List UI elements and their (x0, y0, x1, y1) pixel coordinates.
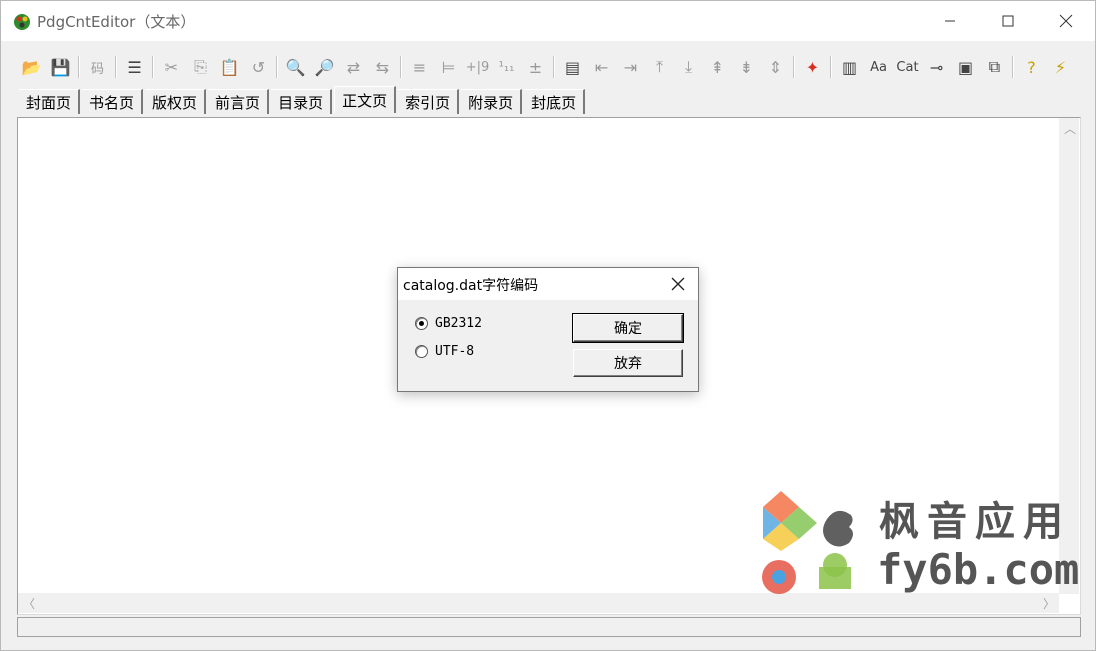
open-folder-icon[interactable]: 📂 (17, 52, 46, 82)
cat-button[interactable]: Cat (893, 52, 922, 82)
pdf-icon[interactable]: ✦ (798, 52, 827, 82)
merge-down-icon[interactable]: ⇟ (732, 52, 761, 82)
app-icon (14, 14, 30, 30)
tab-1[interactable]: 封面页 (19, 89, 81, 114)
toolbar-separator (400, 56, 402, 78)
watermark-text-cn: 枫音应用 (879, 499, 1071, 545)
tab-9[interactable]: 封底页 (524, 89, 586, 114)
tab-7[interactable]: 索引页 (398, 89, 460, 114)
radio-label: UTF-8 (435, 344, 475, 359)
close-button[interactable] (1037, 1, 1095, 41)
encoding-button[interactable]: 码 (83, 52, 112, 82)
close-icon (1059, 14, 1073, 28)
radio-utf8[interactable]: UTF-8 (415, 344, 474, 359)
radio-unselected-icon[interactable] (415, 345, 428, 358)
about-icon[interactable]: ⚡ (1046, 52, 1075, 82)
export-icon[interactable]: ⧉ (980, 52, 1009, 82)
paste-icon[interactable]: 📋 (215, 52, 244, 82)
pin-icon[interactable]: ⊸ (922, 52, 951, 82)
move-down-icon[interactable]: ⤓ (674, 52, 703, 82)
radio-label: GB2312 (435, 316, 482, 331)
toolbar-separator (152, 56, 154, 78)
replace-icon[interactable]: ⇄ (339, 52, 368, 82)
close-icon (671, 277, 685, 291)
save-icon[interactable]: 💾 (46, 52, 75, 82)
watermark-logo-icon (762, 491, 853, 594)
replace-all-icon[interactable]: ⇆ (368, 52, 397, 82)
toolbar-separator (276, 56, 278, 78)
columns-icon[interactable]: ▥ (835, 52, 864, 82)
maximize-button[interactable] (979, 1, 1037, 41)
status-bar (17, 617, 1081, 637)
dialog-title: catalog.dat字符编码 (403, 278, 539, 294)
toolbar: 📂 💾 码 ☰ ✂ ⎘ 📋 ↺ 🔍 🔎 ⇄ ⇆ ≡ ⊨ +|9 ¹₁₁ ± ▤ ⇤ ⇥ ⤒ ⤓ ⇞ ⇟ ⇕ ✦ ▥ Aa Cat ⊸ ▣ ⧉?… (17, 49, 1087, 85)
plus-minus-icon[interactable]: ± (521, 52, 550, 82)
help-icon[interactable]: ? (1017, 52, 1046, 82)
tab-4[interactable]: 前言页 (208, 89, 270, 114)
align-left-icon[interactable]: ≡ (405, 52, 434, 82)
toolbar-separator (553, 56, 555, 78)
tab-8[interactable]: 附录页 (461, 89, 523, 114)
tab-2[interactable]: 书名页 (82, 89, 144, 114)
watermark: 枫音应用 fy6b.com (759, 489, 1089, 599)
window-icon[interactable]: ▣ (951, 52, 980, 82)
indent-icon[interactable]: ⊨ (434, 52, 463, 82)
catalog-tree-icon[interactable]: ☰ (120, 52, 149, 82)
watermark-text-en: fy6b.com (877, 545, 1080, 594)
level-down-icon[interactable]: ⇥ (616, 52, 645, 82)
copy-icon[interactable]: ⎘ (186, 52, 215, 82)
find-icon[interactable]: 🔍 (281, 52, 310, 82)
merge-up-icon[interactable]: ⇞ (703, 52, 732, 82)
maximize-icon (1002, 15, 1014, 27)
level-up-icon[interactable]: ⇤ (587, 52, 616, 82)
scroll-up-icon[interactable]: ︿ (1064, 120, 1076, 137)
tab-strip: 封面页 书名页 版权页 前言页 目录页 正文页 索引页 附录页 封底页 (19, 86, 587, 115)
ok-button[interactable]: 确定 (573, 314, 683, 342)
toolbar-separator (1012, 56, 1014, 78)
minimize-button[interactable] (921, 1, 979, 41)
cut-icon[interactable]: ✂ (157, 52, 186, 82)
move-up-icon[interactable]: ⤒ (645, 52, 674, 82)
expand-icon[interactable]: ⇕ (761, 52, 790, 82)
window-title: PdgCntEditor（文本） (37, 13, 196, 31)
dialog-title-bar[interactable]: catalog.dat字符编码 (398, 268, 698, 300)
dialog-close-button[interactable] (664, 272, 692, 296)
tab-5[interactable]: 目录页 (271, 89, 333, 114)
tab-6[interactable]: 正文页 (334, 86, 397, 113)
minimize-icon (945, 20, 955, 22)
app-window: PdgCntEditor（文本） 📂 💾 码 ☰ ✂ ⎘ 📋 ↺ 🔍 🔎 ⇄ ⇆ ≡ ⊨ +|9 ¹₁₁ ± ▤ ⇤… (0, 0, 1096, 651)
scroll-left-icon[interactable]: 〈 (23, 595, 35, 612)
encoding-dialog: catalog.dat字符编码 GB2312 UTF-8 确定 放弃 (397, 267, 699, 392)
font-icon[interactable]: Aa (864, 52, 893, 82)
toolbar-separator (830, 56, 832, 78)
page-offset-icon[interactable]: +|9 (463, 52, 492, 82)
toolbar-separator (115, 56, 117, 78)
title-bar[interactable]: PdgCntEditor（文本） (1, 1, 1095, 41)
cancel-button[interactable]: 放弃 (573, 349, 683, 377)
page-number-icon[interactable]: ¹₁₁ (492, 52, 521, 82)
toolbar-separator (793, 56, 795, 78)
find-next-icon[interactable]: 🔎 (310, 52, 339, 82)
tab-3[interactable]: 版权页 (145, 89, 207, 114)
toolbar-separator (78, 56, 80, 78)
undo-icon[interactable]: ↺ (244, 52, 273, 82)
page-view-icon[interactable]: ▤ (558, 52, 587, 82)
radio-gb2312[interactable]: GB2312 (415, 316, 482, 331)
radio-selected-icon[interactable] (415, 317, 428, 330)
